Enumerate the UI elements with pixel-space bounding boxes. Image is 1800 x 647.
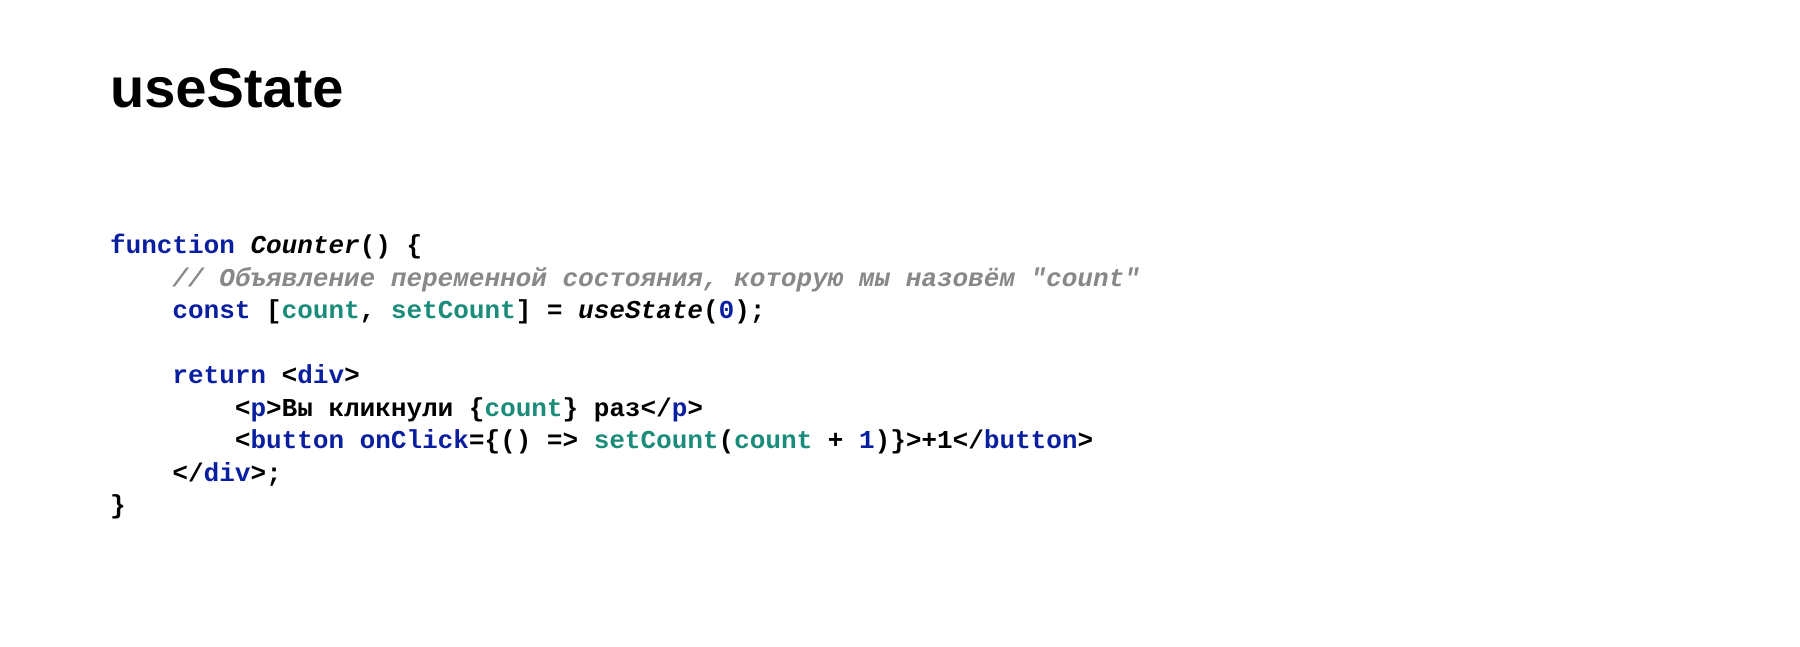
page-title: useState [110, 55, 1690, 120]
code-line-3: const [count, setCount] = useState(0); [110, 296, 765, 326]
code-block: function Counter() { // Объявление перем… [110, 230, 1690, 523]
code-line-5: return <div> [110, 361, 360, 391]
code-line-6: <p>Вы кликнули {count} раз</p> [110, 394, 703, 424]
code-line-8: </div>; [110, 459, 282, 489]
code-line-9: } [110, 491, 126, 521]
code-line-2: // Объявление переменной состояния, кото… [110, 264, 1140, 294]
code-line-1: function Counter() { [110, 231, 422, 261]
code-line-7: <button onClick={() => setCount(count + … [110, 426, 1093, 456]
